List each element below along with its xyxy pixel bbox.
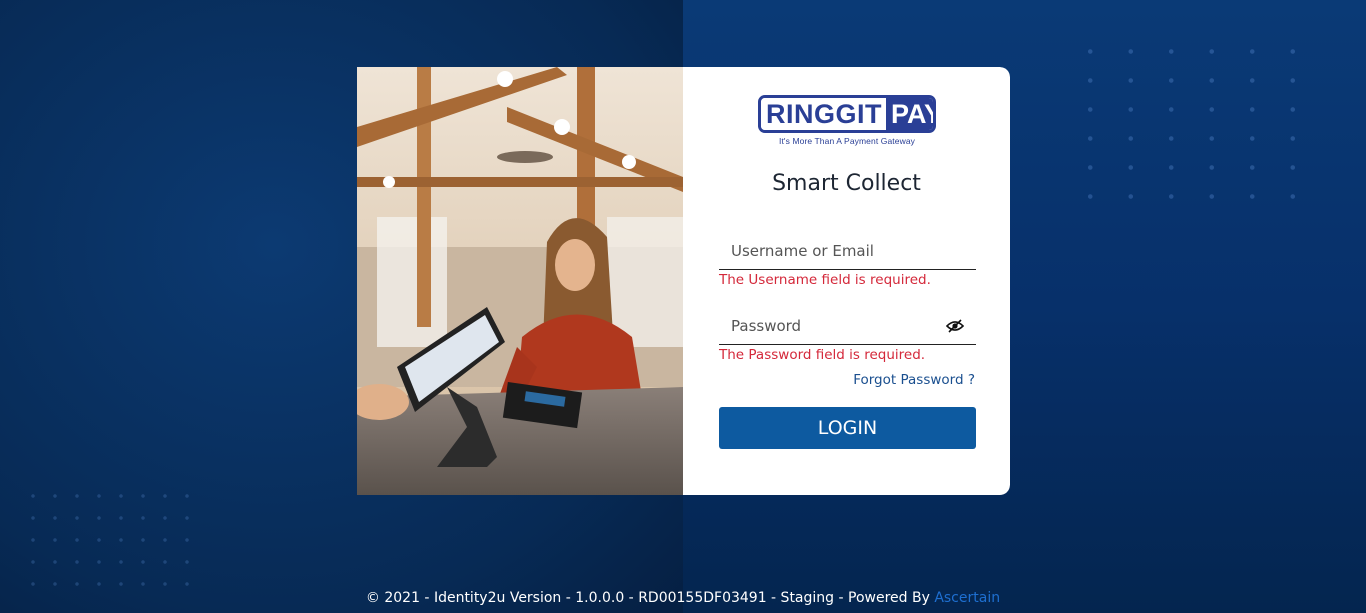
login-card: RINGGIT PAY It's More Than A Payment Gat… xyxy=(357,67,1010,495)
forgot-password-link[interactable]: Forgot Password ? xyxy=(853,372,975,388)
password-input[interactable] xyxy=(719,307,976,344)
cafe-payment-illustration xyxy=(357,67,683,495)
logo-tagline: It's More Than A Payment Gateway xyxy=(778,136,915,146)
login-form-panel: RINGGIT PAY It's More Than A Payment Gat… xyxy=(683,67,1010,495)
username-input[interactable] xyxy=(719,232,976,269)
logo-wordmark: RINGGIT PAY xyxy=(758,95,936,133)
username-error: The Username field is required. xyxy=(719,272,931,288)
logo-word-ringgit: RINGGIT xyxy=(761,98,886,130)
logo-word-pay: PAY xyxy=(886,98,933,130)
decorative-dots-top-right xyxy=(1070,37,1330,212)
decorative-dots-bottom-left xyxy=(22,485,192,595)
ringgitpay-logo: RINGGIT PAY It's More Than A Payment Gat… xyxy=(758,95,936,149)
footer-ascertain-link[interactable]: Ascertain xyxy=(934,590,1000,606)
eye-slash-icon[interactable] xyxy=(945,317,965,335)
login-button[interactable]: LOGIN xyxy=(719,407,976,449)
username-field xyxy=(719,232,976,270)
password-error: The Password field is required. xyxy=(719,347,926,363)
hero-photo xyxy=(357,67,683,495)
footer: © 2021 - Identity2u Version - 1.0.0.0 - … xyxy=(0,590,1366,606)
password-field xyxy=(719,307,976,345)
page-title: Smart Collect xyxy=(772,171,921,196)
footer-text: © 2021 - Identity2u Version - 1.0.0.0 - … xyxy=(365,590,930,606)
